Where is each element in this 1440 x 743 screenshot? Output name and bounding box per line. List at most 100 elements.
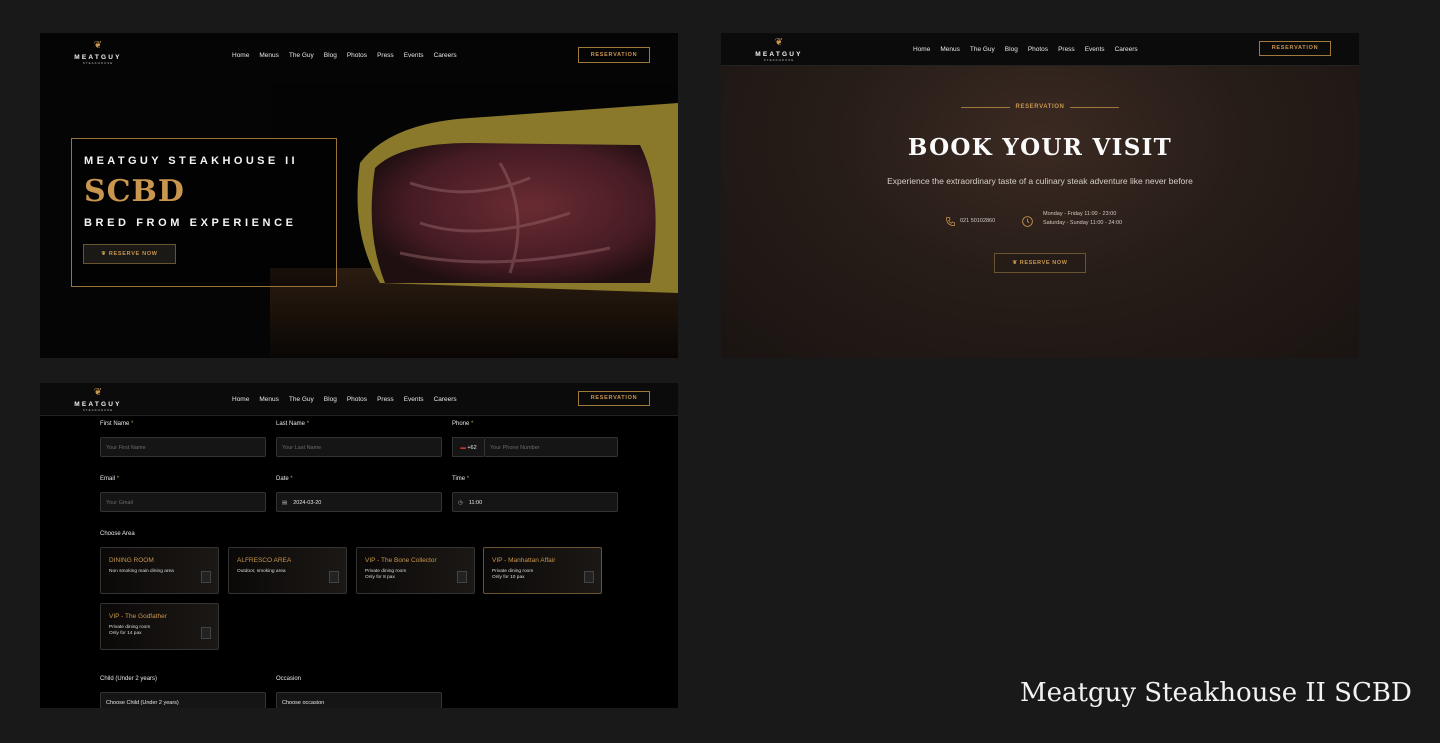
project-caption: Meatguy Steakhouse II SCBD bbox=[1020, 678, 1412, 708]
nav-item-press[interactable]: Press bbox=[377, 52, 394, 59]
country-code-select[interactable]: ▬ +62 bbox=[452, 437, 484, 457]
booking-title: BOOK YOUR VISIT bbox=[907, 134, 1173, 161]
brand-logo[interactable]: ❦ MEATGUY STEAKHOUSE bbox=[68, 41, 128, 66]
area-card-alfresco[interactable]: ALFRESCO AREA Outdoor, smoking area bbox=[228, 547, 347, 594]
date-label-text: Date bbox=[276, 476, 289, 482]
hours-weekend: Saturday - Sunday 11:00 - 24:00 bbox=[1043, 220, 1123, 226]
area-description: Non smoking main dining area bbox=[109, 569, 174, 574]
nav-menu: Home Menus The Guy Blog Photos Press Eve… bbox=[232, 33, 457, 77]
nav-item-menus[interactable]: Menus bbox=[940, 46, 960, 53]
reservation-button[interactable]: RESERVATION bbox=[578, 47, 650, 63]
required-mark: * bbox=[471, 421, 474, 427]
required-mark: * bbox=[306, 421, 310, 427]
section-eyebrow: RESERVATION bbox=[961, 104, 1120, 110]
time-label: Time * bbox=[452, 476, 469, 482]
hero-kicker: MEATGUY STEAKHOUSE II bbox=[84, 155, 299, 167]
date-value: 2024-03-20 bbox=[293, 500, 322, 506]
nav-item-home[interactable]: Home bbox=[232, 52, 249, 59]
nav-item-the-guy[interactable]: The Guy bbox=[289, 52, 314, 59]
brand-logo[interactable]: ❦ MEATGUY STEAKHOUSE bbox=[68, 388, 128, 413]
last-name-field[interactable]: Your Last Name bbox=[276, 437, 442, 457]
nav-item-menus[interactable]: Menus bbox=[259, 396, 279, 403]
brand-sub: STEAKHOUSE bbox=[82, 61, 114, 65]
hero-card: MEATGUY STEAKHOUSE II SCBD BRED FROM EXP… bbox=[71, 138, 337, 287]
child-label: Child (Under 2 years) bbox=[100, 676, 158, 682]
area-photo-icon bbox=[457, 571, 467, 583]
brand-wordmark: MEATGUY bbox=[74, 54, 122, 61]
child-select[interactable]: Choose Child (Under 2 years) bbox=[100, 692, 266, 708]
nav-item-home[interactable]: Home bbox=[913, 46, 930, 53]
last-name-label-text: Last Name bbox=[276, 421, 306, 427]
nav-item-events[interactable]: Events bbox=[1085, 46, 1105, 53]
nav-item-photos[interactable]: Photos bbox=[1028, 46, 1048, 53]
clock-icon: ◷ bbox=[458, 500, 463, 506]
time-value: 11:00 bbox=[468, 500, 483, 506]
nav-item-events[interactable]: Events bbox=[404, 52, 424, 59]
area-card-vip-godfather[interactable]: VIP - The Godfather Private dining room … bbox=[100, 603, 219, 650]
area-title: VIP - Manhattan Affair bbox=[492, 557, 556, 564]
booking-reserve-button[interactable]: ❦ RESERVE NOW bbox=[994, 253, 1086, 273]
email-label: Email * bbox=[100, 476, 119, 482]
area-description: Private dining room Only for 14 pax bbox=[109, 625, 151, 636]
nav-item-the-guy[interactable]: The Guy bbox=[289, 396, 314, 403]
form-screenshot: ❦ MEATGUY STEAKHOUSE Home Menus The Guy … bbox=[40, 383, 678, 708]
nav-item-menus[interactable]: Menus bbox=[259, 52, 279, 59]
email-field[interactable]: Your Gmail bbox=[100, 492, 266, 512]
phone-label: Phone * bbox=[452, 421, 473, 427]
nav-item-blog[interactable]: Blog bbox=[324, 52, 337, 59]
phone-icon bbox=[946, 217, 955, 226]
nav-item-careers[interactable]: Careers bbox=[434, 52, 457, 59]
occasion-select[interactable]: Choose occasion bbox=[276, 692, 442, 708]
hero-reserve-label: RESERVE NOW bbox=[108, 251, 158, 257]
time-label-text: Time bbox=[452, 476, 466, 482]
brand-mark-icon: ❦ bbox=[1012, 260, 1018, 266]
nav-item-blog[interactable]: Blog bbox=[324, 396, 337, 403]
nav-item-press[interactable]: Press bbox=[377, 396, 394, 403]
area-card-dining-room[interactable]: DINING ROOM Non smoking main dining area bbox=[100, 547, 219, 594]
area-card-vip-bone-collector[interactable]: VIP - The Bone Collector Private dining … bbox=[356, 547, 475, 594]
nav-item-blog[interactable]: Blog bbox=[1005, 46, 1018, 53]
nav-item-home[interactable]: Home bbox=[232, 396, 249, 403]
nav-item-press[interactable]: Press bbox=[1058, 46, 1075, 53]
hero-reserve-button[interactable]: ❦ RESERVE NOW bbox=[83, 244, 176, 264]
required-mark: * bbox=[466, 476, 470, 482]
required-mark: * bbox=[131, 421, 134, 427]
area-title: VIP - The Godfather bbox=[109, 613, 167, 620]
date-label: Date * bbox=[276, 476, 293, 482]
nav-menu: Home Menus The Guy Blog Photos Press Eve… bbox=[232, 383, 457, 415]
contact-info: 021 50102860 Monday - Friday 11:00 - 23:… bbox=[943, 211, 1163, 231]
top-nav: ❦ MEATGUY STEAKHOUSE Home Menus The Guy … bbox=[721, 33, 1359, 66]
nav-item-photos[interactable]: Photos bbox=[347, 52, 367, 59]
nav-item-careers[interactable]: Careers bbox=[1115, 46, 1138, 53]
area-title: VIP - The Bone Collector bbox=[365, 557, 437, 564]
divider-line bbox=[961, 106, 1010, 108]
area-card-vip-manhattan-affair[interactable]: VIP - Manhattan Affair Private dining ro… bbox=[483, 547, 602, 594]
top-nav: ❦ MEATGUY STEAKHOUSE Home Menus The Guy … bbox=[40, 33, 678, 77]
reservation-button[interactable]: RESERVATION bbox=[1259, 41, 1331, 56]
phone-number[interactable]: 021 50102860 bbox=[960, 218, 995, 224]
area-photo-icon bbox=[201, 571, 211, 583]
brand-mark-icon: ❦ bbox=[774, 37, 784, 48]
flag-icon: ▬ bbox=[460, 445, 466, 451]
nav-item-the-guy[interactable]: The Guy bbox=[970, 46, 995, 53]
reservation-button[interactable]: RESERVATION bbox=[578, 391, 650, 406]
brand-mark-icon: ❦ bbox=[101, 251, 107, 257]
first-name-label: First Name * bbox=[100, 421, 133, 427]
brand-sub: STEAKHOUSE bbox=[82, 408, 114, 412]
area-description: Outdoor, smoking area bbox=[237, 569, 286, 574]
nav-item-careers[interactable]: Careers bbox=[434, 396, 457, 403]
date-field[interactable]: ▤ 2024-03-20 bbox=[276, 492, 442, 512]
phone-field[interactable]: Your Phone Number bbox=[484, 437, 618, 457]
top-nav: ❦ MEATGUY STEAKHOUSE Home Menus The Guy … bbox=[40, 383, 678, 416]
nav-item-photos[interactable]: Photos bbox=[347, 396, 367, 403]
choose-area-label: Choose Area bbox=[100, 531, 135, 537]
time-field[interactable]: ◷ 11:00 bbox=[452, 492, 618, 512]
brand-wordmark: MEATGUY bbox=[74, 401, 122, 408]
eyebrow-label: RESERVATION bbox=[1015, 104, 1065, 110]
area-photo-icon bbox=[329, 571, 339, 583]
required-mark: * bbox=[290, 476, 293, 482]
first-name-field[interactable]: Your First Name bbox=[100, 437, 266, 457]
brand-logo[interactable]: ❦ MEATGUY STEAKHOUSE bbox=[749, 37, 809, 63]
brand-sub: STEAKHOUSE bbox=[763, 58, 795, 62]
nav-item-events[interactable]: Events bbox=[404, 396, 424, 403]
